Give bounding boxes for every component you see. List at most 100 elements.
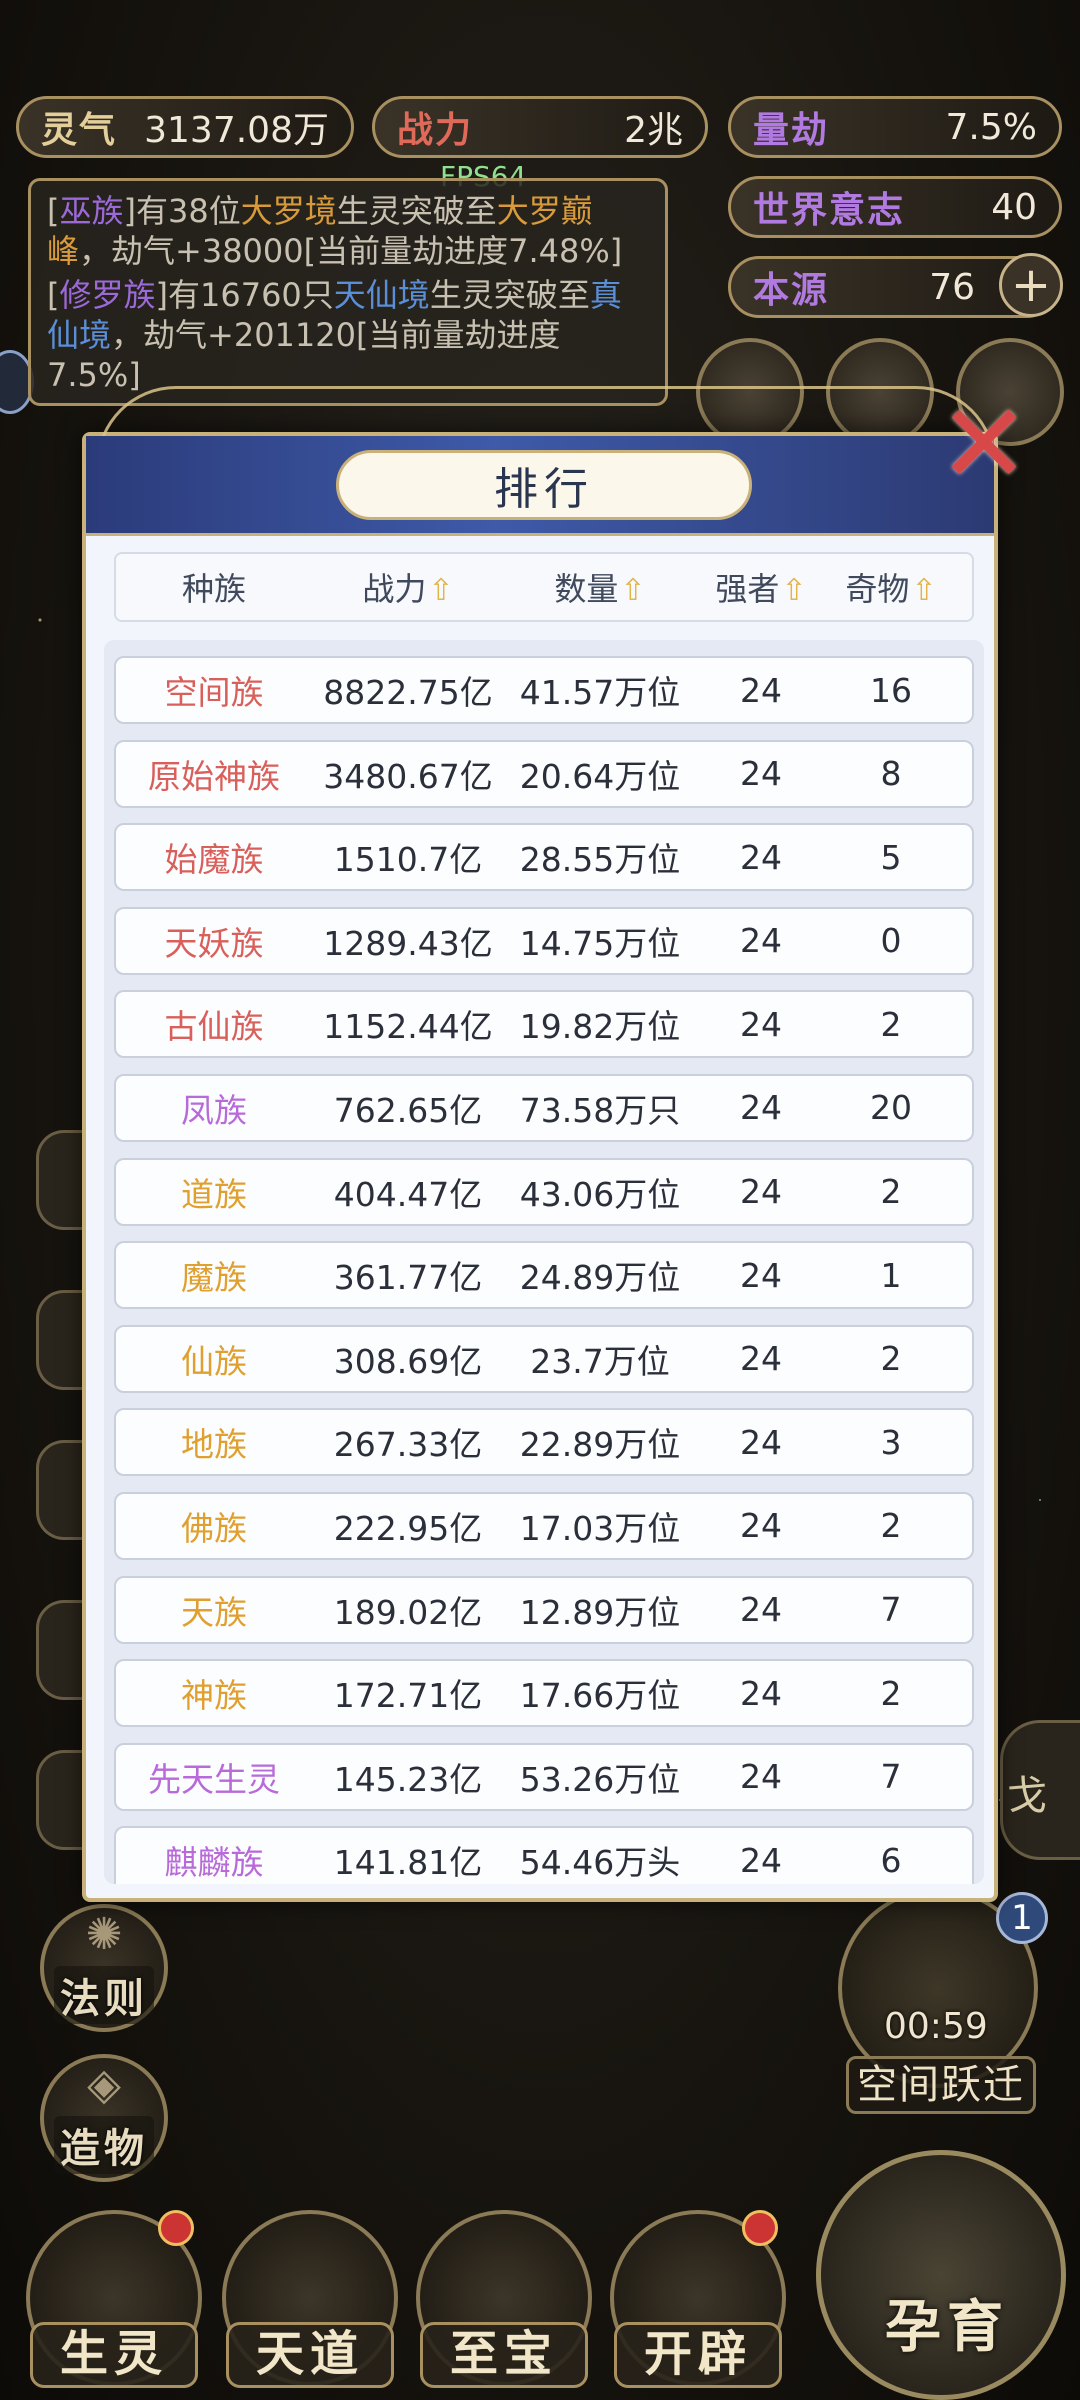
row-treasure: 7 <box>880 1590 902 1630</box>
row-race: 原始神族 <box>148 756 280 796</box>
header-treasure-label: 奇物 <box>845 570 910 608</box>
nav-heaven-label[interactable]: 天道 <box>226 2322 394 2388</box>
calamity-stat[interactable]: 量劫 7.5% <box>728 96 1062 158</box>
create-icon: ◈ <box>87 2059 121 2110</box>
row-treasure: 1 <box>880 1255 902 1295</box>
header-count-sort[interactable]: 数量⇧ <box>504 564 696 610</box>
row-strong: 24 <box>740 1840 782 1880</box>
row-power: 1289.43亿 <box>323 923 493 963</box>
header-strong-sort[interactable]: 强者⇧ <box>696 564 826 610</box>
nurture-label[interactable]: 孕育 <box>862 2288 1032 2368</box>
origin-stat[interactable]: 本源 76 + <box>728 253 1063 318</box>
space-jump-timer: 00:59 <box>884 2006 988 2047</box>
ranking-row[interactable]: 佛族 222.95亿 17.03万位 24 2 <box>114 1491 974 1560</box>
row-race: 始魔族 <box>164 840 264 880</box>
row-count: 28.55万位 <box>519 840 681 880</box>
close-x-icon: ✕ <box>937 380 1031 508</box>
ranking-row[interactable]: 原始神族 3480.67亿 20.64万位 24 8 <box>114 739 974 808</box>
row-race: 地族 <box>181 1425 247 1465</box>
nav-treasure-label[interactable]: 至宝 <box>420 2322 588 2388</box>
row-race: 仙族 <box>181 1341 247 1381</box>
power-label: 战力 <box>397 110 474 151</box>
log-realm: 天仙境 <box>333 276 430 314</box>
row-strong: 24 <box>740 1590 782 1630</box>
ranking-row[interactable]: 空间族 8822.75亿 41.57万位 24 16 <box>114 656 974 724</box>
row-count: 24.89万位 <box>519 1258 681 1298</box>
space-jump-label[interactable]: 空间跃迁 <box>846 2056 1036 2114</box>
origin-value: 76 <box>929 266 975 308</box>
row-count: 20.64万位 <box>519 756 681 796</box>
row-treasure: 2 <box>880 1172 902 1212</box>
row-count: 17.03万位 <box>519 1508 681 1548</box>
ranking-row[interactable]: 始魔族 1510.7亿 28.55万位 24 5 <box>114 823 974 892</box>
header-count-label: 数量 <box>554 570 619 608</box>
log-line-2: [修罗族]有16760只天仙境生灵突破至真仙境，劫气+201120[当前量劫进度… <box>47 276 622 394</box>
sort-arrow-icon: ⇧ <box>428 573 454 608</box>
row-power: 361.77亿 <box>333 1258 483 1298</box>
ranking-row[interactable]: 魔族 361.77亿 24.89万位 24 1 <box>114 1241 974 1310</box>
close-button[interactable]: ✕ <box>938 389 1030 499</box>
nav-genesis-alert-dot <box>742 2210 778 2246</box>
right-side-button-partial[interactable]: 戈 <box>1000 1720 1080 1860</box>
row-strong: 24 <box>740 1088 782 1128</box>
log-race-name: 巫族 <box>59 192 124 230</box>
row-count: 17.66万位 <box>519 1676 681 1716</box>
row-strong: 24 <box>740 1339 782 1379</box>
nav-creature-label[interactable]: 生灵 <box>30 2322 198 2388</box>
row-race: 空间族 <box>164 673 264 712</box>
row-race: 先天生灵 <box>148 1759 280 1799</box>
spirit-stat: 灵气 3137.08万 <box>16 96 354 158</box>
ranking-row[interactable]: 古仙族 1152.44亿 19.82万位 24 2 <box>114 990 974 1059</box>
ranking-row[interactable]: 地族 267.33亿 22.89万位 24 3 <box>114 1408 974 1477</box>
ranking-row[interactable]: 道族 404.47亿 43.06万位 24 2 <box>114 1157 974 1226</box>
ranking-row[interactable]: 仙族 308.69亿 23.7万位 24 2 <box>114 1324 974 1393</box>
log-realm: 大罗境 <box>240 192 337 230</box>
row-power: 189.02亿 <box>333 1592 483 1632</box>
row-strong: 24 <box>740 1255 782 1295</box>
ranking-header-row: 种族 战力⇧ 数量⇧ 强者⇧ 奇物⇧ <box>114 552 974 622</box>
header-power-sort[interactable]: 战力⇧ <box>312 564 504 610</box>
ranking-row[interactable]: 先天生灵 145.23亿 53.26万位 24 7 <box>114 1742 974 1811</box>
row-power: 141.81亿 <box>333 1843 483 1883</box>
create-button[interactable]: ◈ 造物 <box>40 2054 168 2182</box>
ranking-rows: 空间族 8822.75亿 41.57万位 24 16 原始神族 3480.67亿 20.64万… <box>114 656 974 1884</box>
row-strong: 24 <box>740 670 782 710</box>
row-power: 3480.67亿 <box>323 756 493 796</box>
sort-arrow-icon: ⇧ <box>781 573 807 608</box>
ranking-row[interactable]: 凤族 762.65亿 73.58万只 24 20 <box>114 1073 974 1142</box>
row-treasure: 20 <box>870 1088 912 1128</box>
event-log: [巫族]有38位大罗境生灵突破至大罗巅峰，劫气+38000[当前量劫进度7.48… <box>28 178 668 406</box>
space-jump-badge: 1 <box>996 1892 1048 1944</box>
world-will-stat[interactable]: 世界意志 40 <box>728 176 1062 238</box>
row-treasure: 2 <box>880 1004 902 1044</box>
law-button[interactable]: ✺ 法则 <box>40 1904 168 2032</box>
row-count: 43.06万位 <box>519 1174 681 1214</box>
sort-arrow-icon: ⇧ <box>911 573 937 608</box>
row-race: 麒麟族 <box>164 1843 264 1883</box>
log-line-1: [巫族]有38位大罗境生灵突破至大罗巅峰，劫气+38000[当前量劫进度7.48… <box>47 192 623 270</box>
row-count: 53.26万位 <box>519 1759 681 1799</box>
ranking-modal: 排行 种族 战力⇧ 数量⇧ 强者⇧ 奇物⇧ 空间族 8822.75亿 41.57万位… <box>82 386 998 1902</box>
origin-plus-button[interactable]: + <box>999 253 1063 317</box>
ranking-list[interactable]: 空间族 8822.75亿 41.57万位 24 16 原始神族 3480.67亿 20.64万… <box>104 640 984 1884</box>
ranking-row[interactable]: 神族 172.71亿 17.66万位 24 2 <box>114 1659 974 1728</box>
modal-header: 排行 <box>86 436 994 536</box>
row-treasure: 2 <box>880 1673 902 1713</box>
row-treasure: 0 <box>880 921 902 961</box>
row-power: 172.71亿 <box>333 1676 483 1716</box>
row-race: 魔族 <box>181 1258 247 1298</box>
row-treasure: 6 <box>880 1840 902 1880</box>
header-treasure-sort[interactable]: 奇物⇧ <box>826 564 956 610</box>
row-treasure: 8 <box>880 754 902 794</box>
row-strong: 24 <box>740 1422 782 1462</box>
law-icon: ✺ <box>85 1909 123 1960</box>
nav-genesis-label[interactable]: 开辟 <box>614 2322 782 2388</box>
ranking-row[interactable]: 天族 189.02亿 12.89万位 24 7 <box>114 1575 974 1644</box>
row-count: 23.7万位 <box>530 1341 670 1381</box>
row-race: 道族 <box>181 1174 247 1214</box>
calamity-value: 7.5% <box>945 106 1037 148</box>
row-power: 762.65亿 <box>333 1090 483 1130</box>
right-side-glyph: 戈 <box>1007 1773 1047 1819</box>
ranking-row[interactable]: 天妖族 1289.43亿 14.75万位 24 0 <box>114 906 974 975</box>
ranking-row[interactable]: 麒麟族 141.81亿 54.46万头 24 6 <box>114 1826 974 1884</box>
